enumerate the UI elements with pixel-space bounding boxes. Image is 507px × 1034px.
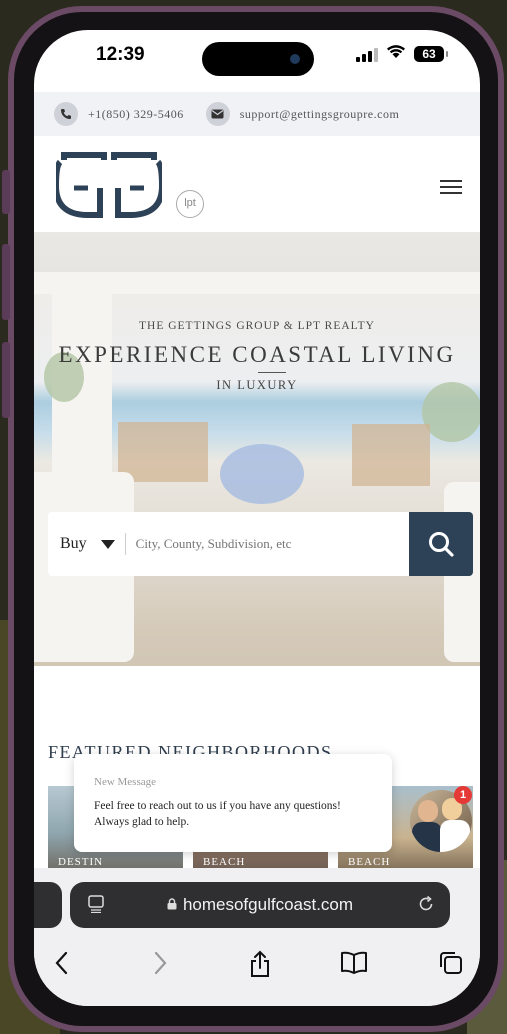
bookmarks-icon[interactable] <box>340 950 368 976</box>
chat-notification-badge: 1 <box>454 786 472 804</box>
search-input[interactable] <box>135 536 386 552</box>
search-mode-select[interactable]: Buy <box>60 535 87 553</box>
camera-icon <box>290 54 300 64</box>
neighborhood-card-label: DESTIN <box>58 856 104 868</box>
forward-icon[interactable] <box>152 950 168 976</box>
hero-banner: THE GETTINGS GROUP & LPT REALTY EXPERIEN… <box>34 232 480 666</box>
phone-bezel: 12:39 63 +1(850) 329-5406 support@gettin… <box>14 12 498 1026</box>
mute-switch <box>2 170 10 214</box>
previous-tab-preview[interactable] <box>34 882 62 928</box>
browser-toolbar: homesofgulfcoast.com <box>34 868 480 1006</box>
volume-down-button <box>2 342 10 418</box>
search-icon <box>429 532 454 557</box>
neighborhood-card-label: BEACH <box>348 856 391 868</box>
neighborhood-card-label: BEACH <box>203 856 246 868</box>
hero-divider <box>258 372 286 373</box>
search-divider <box>124 533 126 555</box>
tabs-icon[interactable] <box>438 950 464 976</box>
hero-subtitle: THE GETTINGS GROUP & LPT REALTY <box>139 320 375 332</box>
reload-icon[interactable] <box>416 894 436 914</box>
contact-phone[interactable]: +1(850) 329-5406 <box>88 107 184 122</box>
back-icon[interactable] <box>54 950 70 976</box>
dynamic-island <box>202 42 314 76</box>
chat-message: Feel free to reach out to us if you have… <box>94 800 341 828</box>
status-time: 12:39 <box>96 44 145 65</box>
browser-nav <box>34 946 480 986</box>
phone-frame: 12:39 63 +1(850) 329-5406 support@gettin… <box>8 6 504 1032</box>
lock-icon <box>167 898 177 910</box>
signal-icon <box>356 48 378 62</box>
hamburger-menu-icon[interactable] <box>440 180 464 196</box>
status-bar: 12:39 63 <box>34 30 480 90</box>
gettings-group-logo[interactable] <box>56 152 162 218</box>
address-domain: homesofgulfcoast.com <box>70 895 450 915</box>
chevron-down-icon[interactable] <box>100 539 115 549</box>
volume-up-button <box>2 244 10 320</box>
hero-overlay <box>34 232 480 666</box>
chat-title: New Message <box>94 776 157 788</box>
chat-message-popup[interactable]: New Message Feel free to reach out to us… <box>74 754 392 852</box>
property-search-bar: Buy <box>48 512 473 576</box>
hero-tagline: IN LUXURY <box>216 378 298 392</box>
address-bar[interactable]: homesofgulfcoast.com <box>70 882 450 928</box>
search-button[interactable] <box>409 512 473 576</box>
site-header: lpt <box>34 136 480 232</box>
lpt-logo: lpt <box>176 190 204 218</box>
hero-title: EXPERIENCE COASTAL LIVING <box>58 342 456 367</box>
contact-email[interactable]: support@gettingsgroupre.com <box>240 107 400 122</box>
phone-icon[interactable] <box>54 102 78 126</box>
address-domain-text: homesofgulfcoast.com <box>182 895 354 914</box>
battery-icon: 63 <box>414 46 448 62</box>
contact-bar: +1(850) 329-5406 support@gettingsgroupre… <box>34 92 480 136</box>
screen: 12:39 63 +1(850) 329-5406 support@gettin… <box>34 30 480 1006</box>
mail-icon[interactable] <box>205 102 230 126</box>
share-icon[interactable] <box>248 950 272 978</box>
wifi-icon <box>386 44 406 64</box>
